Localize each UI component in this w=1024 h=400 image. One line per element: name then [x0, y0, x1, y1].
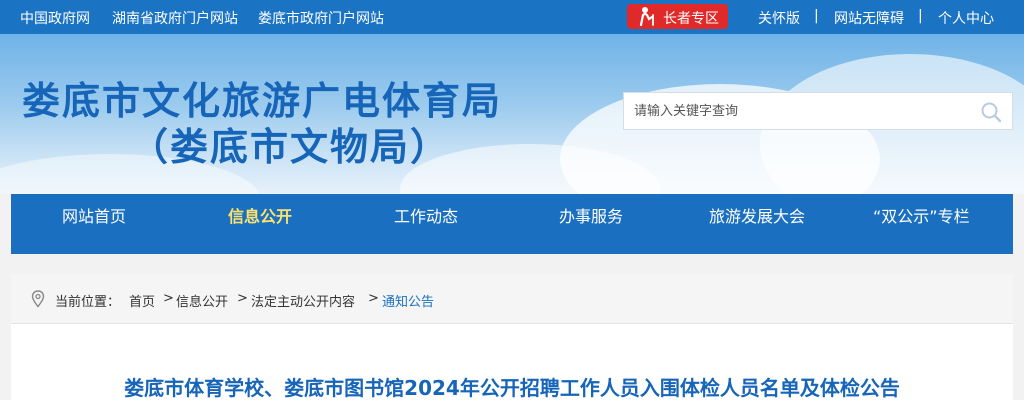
search-input[interactable] — [634, 100, 974, 122]
elder-zone-label: 长者专区 — [663, 11, 719, 27]
header-banner: 娄底市文化旅游广电体育局 （娄底市文物局） — [0, 34, 1024, 194]
main-nav: 网站首页 信息公开 工作动态 办事服务 旅游发展大会 “双公示”专栏 — [11, 194, 1013, 254]
link-accessibility[interactable]: 网站无障碍 — [834, 8, 904, 28]
article-content: 娄底市体育学校、娄底市图书馆2024年公开招聘工作人员入围体检人员名单及体检公告 — [11, 324, 1013, 400]
breadcrumb-sep: > — [368, 291, 379, 306]
elder-person-icon — [639, 7, 654, 26]
link-loudi-gov[interactable]: 娄底市政府门户网站 — [258, 8, 384, 28]
link-care-version[interactable]: 关怀版 — [758, 8, 800, 28]
breadcrumb-notices[interactable]: 通知公告 — [382, 291, 434, 310]
search-box — [623, 92, 1013, 130]
nav-item-home[interactable]: 网站首页 — [62, 203, 126, 227]
article-title: 娄底市体育学校、娄底市图书馆2024年公开招聘工作人员入围体检人员名单及体检公告 — [124, 376, 900, 400]
site-subtitle: （娄底市文物局） — [130, 125, 451, 169]
location-pin-icon — [31, 290, 45, 308]
separator: | — [918, 8, 923, 24]
top-bar: 中国政府网 湖南省政府门户网站 娄底市政府门户网站 长者专区 关怀版 | 网站无… — [0, 0, 1024, 34]
nav-item-info-disclosure[interactable]: 信息公开 — [228, 203, 292, 227]
nav-item-dual-publicity[interactable]: “双公示”专栏 — [873, 203, 970, 227]
link-hunan-gov[interactable]: 湖南省政府门户网站 — [112, 8, 238, 28]
nav-item-work-news[interactable]: 工作动态 — [394, 203, 458, 227]
breadcrumb-prefix: 当前位置： — [55, 295, 121, 310]
link-china-gov[interactable]: 中国政府网 — [20, 8, 90, 28]
nav-item-services[interactable]: 办事服务 — [559, 203, 623, 227]
elder-zone-button[interactable]: 长者专区 — [627, 4, 728, 29]
nav-item-tourism-conference[interactable]: 旅游发展大会 — [709, 203, 805, 227]
link-personal-center[interactable]: 个人中心 — [938, 8, 994, 28]
breadcrumb-statutory[interactable]: 法定主动公开内容 — [251, 291, 355, 310]
breadcrumb: 当前位置： 首页 > 信息公开 > 法定主动公开内容 > 通知公告 — [11, 274, 1013, 324]
separator: | — [814, 8, 819, 24]
breadcrumb-sep: > — [163, 291, 174, 306]
search-icon[interactable] — [980, 101, 1002, 123]
breadcrumb-sep: > — [237, 291, 248, 306]
breadcrumb-home[interactable]: 首页 — [129, 291, 155, 310]
breadcrumb-info[interactable]: 信息公开 — [176, 291, 228, 310]
